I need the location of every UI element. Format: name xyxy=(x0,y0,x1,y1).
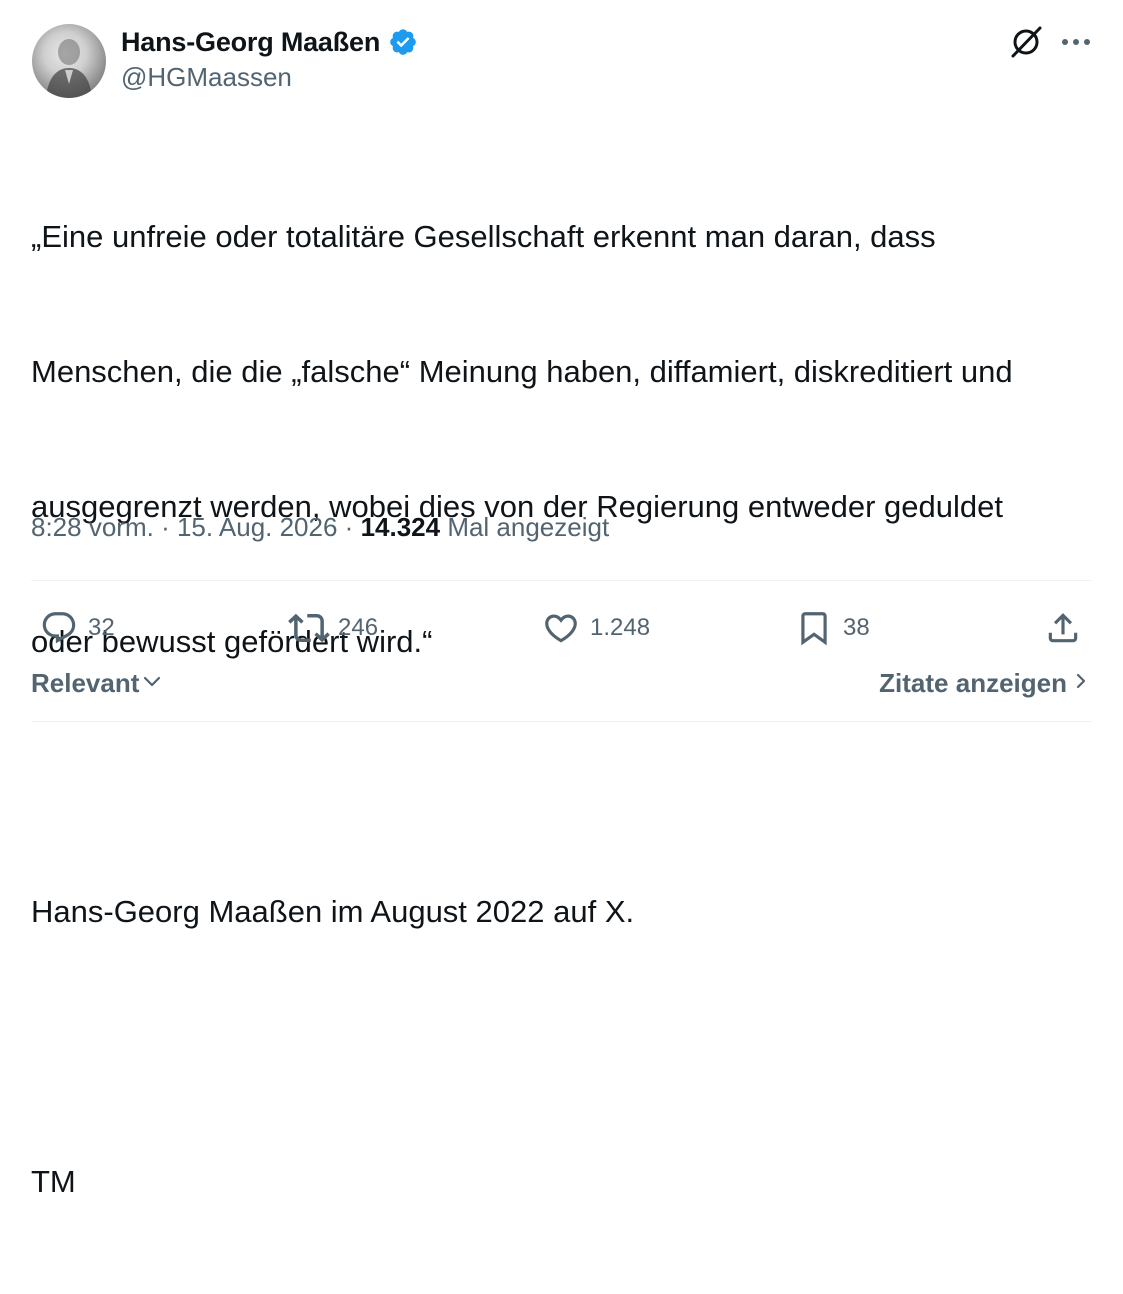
tweet-date[interactable]: 15. Aug. 2026 xyxy=(177,512,337,542)
tweet-text-line: Menschen, die die „falsche“ Meinung habe… xyxy=(31,354,1013,389)
views-count: 14.324 xyxy=(360,512,448,542)
share-button[interactable] xyxy=(1044,600,1082,656)
more-icon[interactable] xyxy=(1060,30,1092,54)
meta-separator: · xyxy=(161,512,177,542)
chevron-down-icon xyxy=(141,668,163,699)
reply-count: 32 xyxy=(88,614,115,641)
bookmark-icon xyxy=(795,609,833,647)
tweet-text-line: „Eine unfreie oder totalitäre Gesellscha… xyxy=(31,219,936,254)
tweet-attribution: Hans-Georg Maaßen im August 2022 auf X. xyxy=(31,894,635,929)
view-quotes-label: Zitate anzeigen xyxy=(879,668,1067,698)
avatar-portrait-icon xyxy=(46,39,92,98)
sort-label: Relevant xyxy=(31,668,140,698)
sort-dropdown[interactable]: Relevant xyxy=(31,668,163,699)
tweet-blank-line xyxy=(31,754,1101,799)
share-icon xyxy=(1044,609,1082,647)
view-quotes-link[interactable]: Zitate anzeigen xyxy=(879,668,1089,699)
bottom-divider xyxy=(31,721,1092,722)
author-name-row: Hans-Georg Maaßen xyxy=(121,26,418,58)
author-display-name[interactable]: Hans-Georg Maaßen xyxy=(121,27,380,58)
tweet-text: „Eine unfreie oder totalitäre Gesellscha… xyxy=(31,124,1101,1294)
tweet-signature: TM xyxy=(31,1164,76,1199)
tweet-meta: 8:28 vorm. · 15. Aug. 2026 · 14.324 Mal … xyxy=(31,512,609,543)
views-label: Mal angezeigt xyxy=(447,512,610,542)
bookmark-button[interactable]: 38 xyxy=(795,600,870,656)
divider xyxy=(31,580,1092,581)
repost-button[interactable]: 246 xyxy=(288,600,378,656)
heart-icon xyxy=(542,609,580,647)
reply-button[interactable]: 32 xyxy=(40,600,115,656)
grok-icon[interactable] xyxy=(1008,24,1044,60)
bookmark-count: 38 xyxy=(843,614,870,641)
repost-icon xyxy=(288,607,330,649)
reply-icon xyxy=(40,609,78,647)
avatar[interactable] xyxy=(32,24,106,98)
like-count: 1.248 xyxy=(590,614,651,641)
chevron-right-icon xyxy=(1073,668,1089,699)
reply-controls: Relevant Zitate anzeigen xyxy=(0,664,1123,708)
meta-separator: · xyxy=(344,512,361,542)
author-handle[interactable]: @HGMaassen xyxy=(121,62,292,93)
verified-badge-icon[interactable] xyxy=(388,27,418,57)
tweet-card: Hans-Georg Maaßen @HGMaassen „Eine unfre… xyxy=(0,0,1123,1199)
tweet-time[interactable]: 8:28 vorm. xyxy=(31,512,154,542)
action-bar: 32 246 1.248 38 xyxy=(0,600,1123,656)
like-button[interactable]: 1.248 xyxy=(542,600,650,656)
tweet-blank-line xyxy=(31,1024,1101,1069)
repost-count: 246 xyxy=(338,614,379,641)
